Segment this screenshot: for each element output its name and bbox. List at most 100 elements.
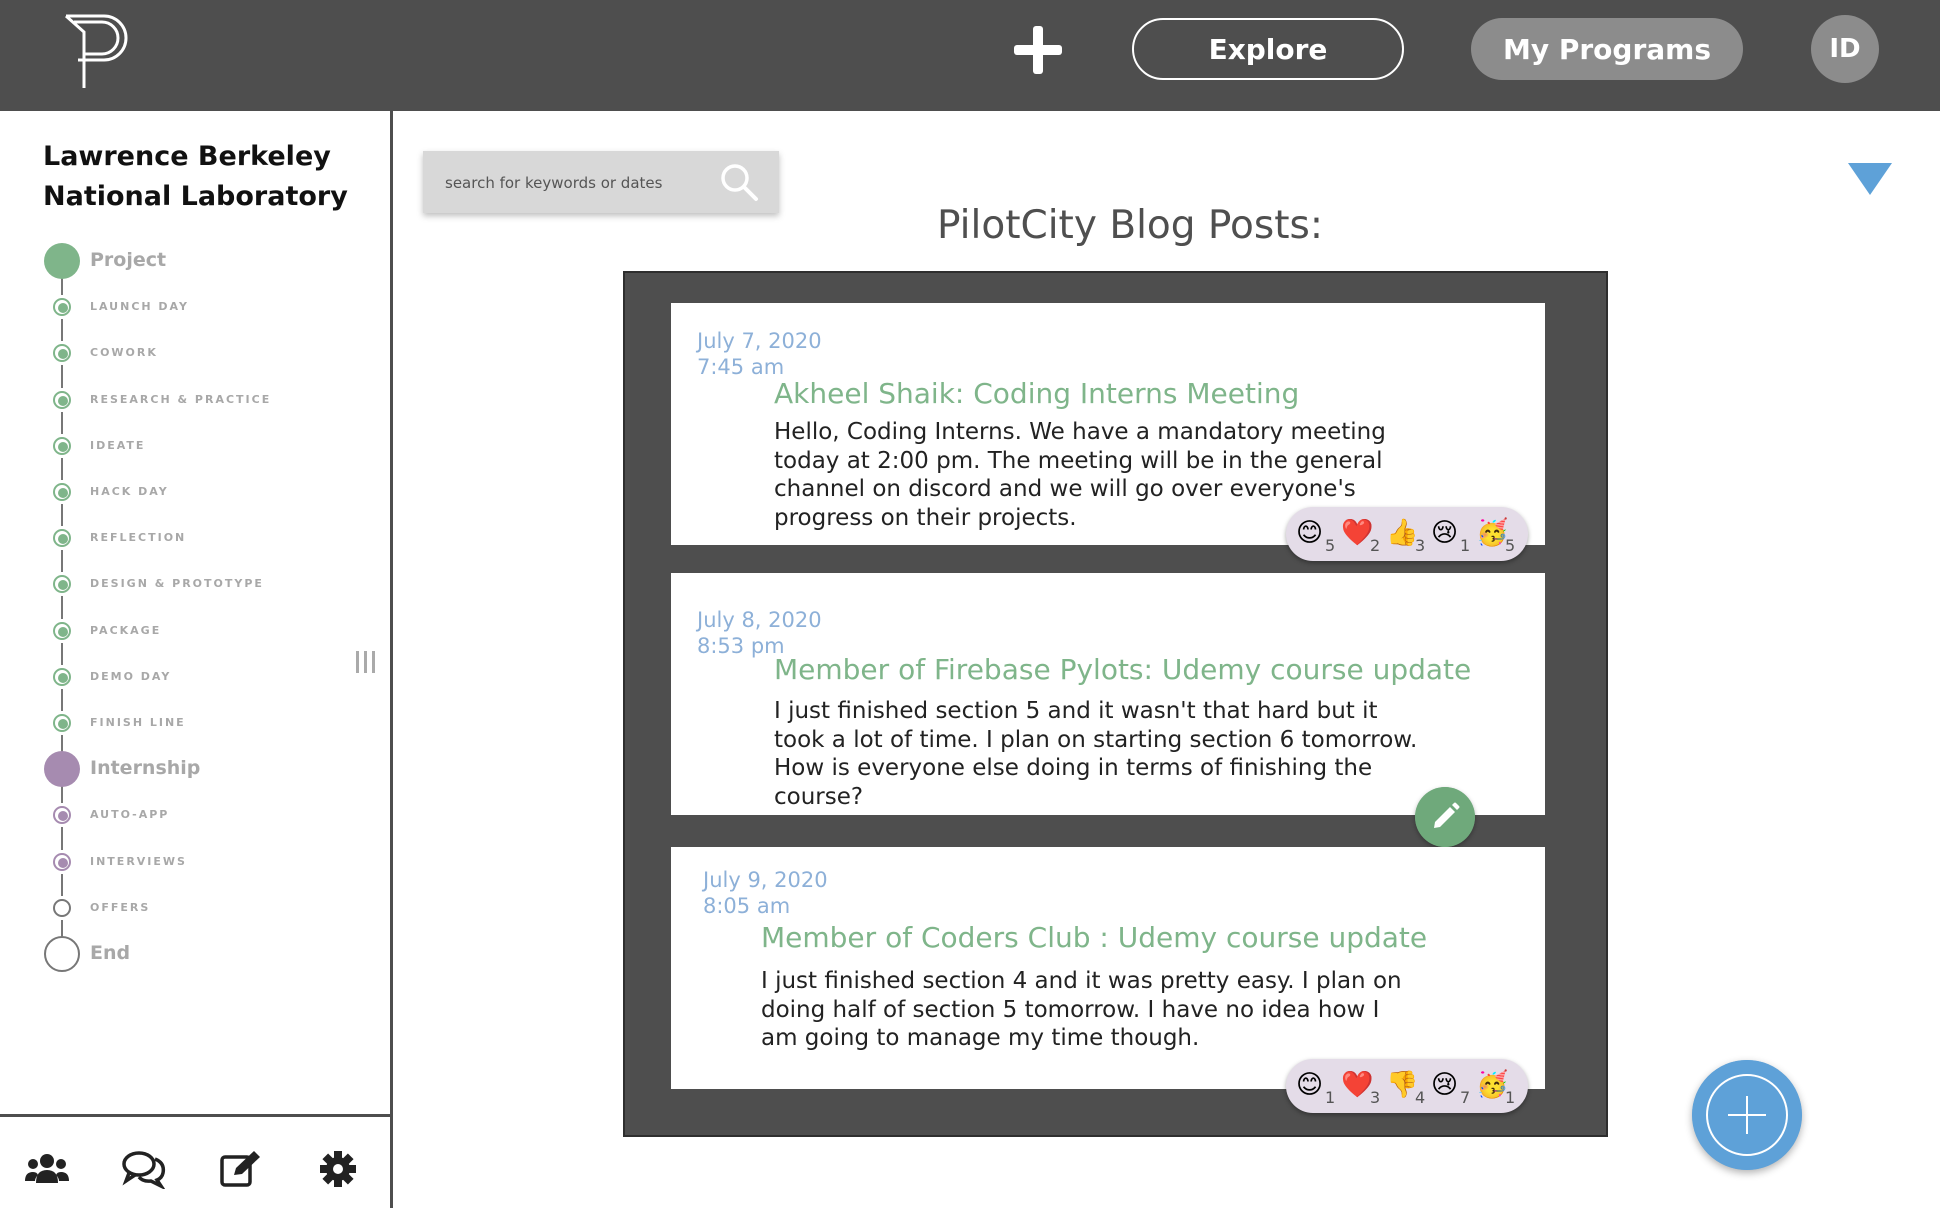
timeline-dot-fill	[58, 580, 68, 591]
timeline-connector	[61, 319, 63, 342]
timeline-item-ideate[interactable]: IDEATE	[90, 439, 145, 452]
timeline-connector	[61, 827, 63, 850]
timeline-dot-fill	[58, 672, 68, 683]
gear-icon[interactable]	[315, 1149, 361, 1189]
timeline-item-launch-day[interactable]: LAUNCH DAY	[90, 300, 189, 313]
timeline-item-offers[interactable]: OFFERS	[90, 901, 150, 914]
sad-icon: 😢	[1431, 518, 1459, 548]
heart-icon: ❤️	[1341, 1070, 1374, 1100]
timeline-item-demo-day[interactable]: DEMO DAY	[90, 670, 171, 683]
triangle-down-icon[interactable]	[1848, 161, 1892, 197]
feed-title: PilotCity Blog Posts:	[937, 203, 1323, 248]
reactions-bar: 😊 5 ❤️ 2 👍 3 😢 1 🥳 5	[1286, 507, 1528, 561]
timeline-item-research-practice[interactable]: RESEARCH & PRACTICE	[90, 393, 271, 406]
edit-icon[interactable]	[218, 1149, 264, 1189]
timeline-dot-finish-line[interactable]	[53, 714, 71, 732]
create-plus-icon[interactable]	[1007, 22, 1069, 78]
timeline-dot-offers[interactable]	[53, 898, 71, 917]
timeline-dot-cowork[interactable]	[53, 344, 71, 363]
timeline-item-cowork[interactable]: COWORK	[90, 346, 158, 359]
post-title[interactable]: Member of Coders Club : Udemy course upd…	[761, 921, 1427, 954]
my-programs-button[interactable]: My Programs	[1471, 18, 1743, 80]
party-icon: 🥳	[1476, 1070, 1509, 1100]
search-input[interactable]	[445, 170, 705, 196]
reaction-thumbs-up[interactable]: 👍 3	[1386, 514, 1431, 555]
timeline-item-auto-app[interactable]: AUTO-APP	[90, 808, 169, 821]
timeline-connector	[61, 550, 63, 573]
timeline-item-finish-line[interactable]: FINISH LINE	[90, 716, 186, 729]
timeline-connector	[61, 365, 63, 388]
timeline-item-project[interactable]: Project	[90, 249, 166, 271]
sidebar: Lawrence Berkeley National Laboratory Pr…	[0, 111, 393, 1208]
reaction-party[interactable]: 🥳 5	[1476, 514, 1521, 555]
blog-post[interactable]: July 9, 2020 8:05 am Member of Coders Cl…	[671, 847, 1545, 1113]
timeline-dot-demo-day[interactable]	[53, 667, 71, 686]
pilotcity-logo-icon[interactable]	[58, 10, 138, 90]
timeline-connector	[61, 688, 63, 711]
post-body: I just finished section 5 and it wasn't …	[774, 698, 1418, 810]
reaction-sad[interactable]: 😢 1	[1431, 514, 1476, 555]
timeline-dot-design-prototype[interactable]	[53, 575, 71, 594]
timeline-item-hack-day[interactable]: HACK DAY	[90, 485, 169, 498]
timeline-item-design-prototype[interactable]: DESIGN & PROTOTYPE	[90, 577, 264, 590]
timeline-dot-hack-day[interactable]	[53, 483, 71, 501]
timeline-item-end[interactable]: End	[90, 942, 130, 964]
timeline-dot-fill	[58, 626, 68, 637]
users-icon[interactable]	[24, 1149, 70, 1189]
post-date: July 8, 2020 8:53 pm	[697, 607, 822, 659]
blog-post[interactable]: July 7, 2020 7:45 am Akheel Shaik: Codin…	[671, 303, 1545, 561]
reactions-bar: 😊 1 ❤️ 3 👎 4 😢 7 🥳 1	[1286, 1059, 1528, 1113]
sidebar-bottom-nav	[0, 1114, 390, 1208]
pencil-icon[interactable]	[1415, 787, 1475, 847]
reaction-heart[interactable]: ❤️ 2	[1341, 514, 1386, 555]
reaction-party[interactable]: 🥳 1	[1476, 1066, 1521, 1107]
heart-icon: ❤️	[1341, 518, 1374, 548]
timeline-item-package[interactable]: PACKAGE	[90, 624, 161, 637]
timeline-dot-research-practice[interactable]	[53, 390, 71, 409]
timeline-connector	[61, 873, 63, 896]
post-title[interactable]: Akheel Shaik: Coding Interns Meeting	[774, 377, 1299, 410]
timeline-dot-auto-app[interactable]	[53, 806, 71, 825]
blog-post[interactable]: July 8, 2020 8:53 pm Member of Firebase …	[671, 573, 1545, 847]
chat-icon[interactable]	[121, 1149, 167, 1189]
post-title[interactable]: Member of Firebase Pylots: Udemy course …	[774, 653, 1471, 686]
reaction-heart[interactable]: ❤️ 3	[1341, 1066, 1386, 1107]
collapse-handle-icon[interactable]	[354, 650, 378, 674]
timeline-connector	[61, 642, 63, 665]
timeline-dot-project[interactable]	[44, 243, 80, 279]
post-date: July 9, 2020 8:05 am	[703, 867, 828, 919]
user-avatar[interactable]: ID	[1811, 15, 1879, 83]
thumbs-down-icon: 👎	[1386, 1070, 1419, 1100]
timeline-dot-ideate[interactable]	[53, 436, 71, 455]
timeline-dot-fill	[58, 395, 68, 406]
reaction-sad[interactable]: 😢 7	[1431, 1066, 1476, 1107]
timeline-item-reflection[interactable]: REFLECTION	[90, 531, 186, 544]
timeline-connector	[61, 411, 63, 434]
post-date-time: 8:05 am	[703, 894, 791, 918]
reaction-thumbs-down[interactable]: 👎 4	[1386, 1066, 1431, 1107]
timeline-dot-reflection[interactable]	[53, 529, 71, 548]
reaction-count: 3	[1415, 536, 1426, 555]
search-icon[interactable]	[718, 161, 760, 203]
timeline-dot-internship[interactable]	[44, 751, 80, 788]
timeline-dot-package[interactable]	[53, 621, 71, 640]
reaction-count: 5	[1505, 536, 1516, 555]
reaction-count: 1	[1505, 1088, 1516, 1107]
party-icon: 🥳	[1476, 518, 1509, 548]
timeline-item-internship[interactable]: Internship	[90, 757, 200, 779]
timeline-dot-launch-day[interactable]	[53, 298, 71, 317]
reaction-count: 1	[1325, 1088, 1336, 1107]
sad-icon: 😢	[1431, 1070, 1459, 1100]
smile-icon: 😊	[1296, 518, 1324, 548]
reaction-smile[interactable]: 😊 5	[1296, 514, 1341, 555]
reaction-smile[interactable]: 😊 1	[1296, 1066, 1341, 1107]
add-post-icon[interactable]	[1692, 1060, 1802, 1170]
post-date: July 7, 2020 7:45 am	[697, 328, 822, 380]
timeline-item-interviews[interactable]: INTERVIEWS	[90, 855, 187, 868]
timeline-dot-end[interactable]	[44, 936, 80, 972]
timeline-dot-interviews[interactable]	[53, 852, 71, 871]
explore-button[interactable]: Explore	[1132, 18, 1404, 80]
progress-timeline: Project LAUNCH DAY COWORK RESEARCH & PRACTI…	[0, 111, 393, 1111]
reaction-count: 2	[1370, 536, 1381, 555]
reaction-count: 3	[1370, 1088, 1381, 1107]
